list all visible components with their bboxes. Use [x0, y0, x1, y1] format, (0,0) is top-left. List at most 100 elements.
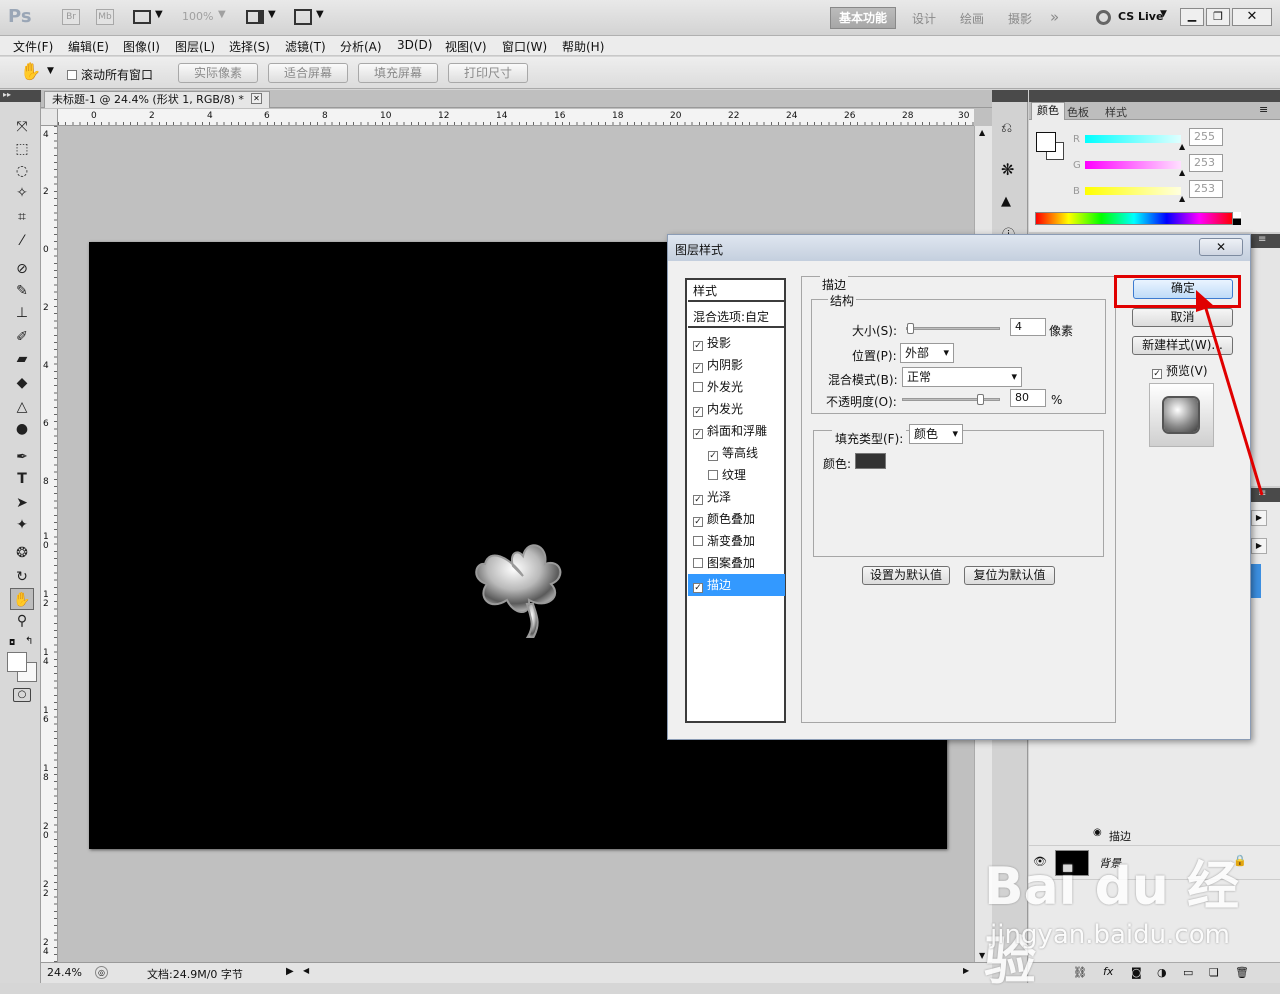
style-checkbox[interactable]: ✓	[693, 495, 703, 505]
cs-live-button[interactable]: CS Live	[1118, 10, 1163, 23]
chevron-down-icon[interactable]: ▼	[155, 9, 163, 20]
workspace-painting[interactable]: 绘画	[960, 10, 984, 27]
paint-bucket-tool-icon[interactable]: ◆	[10, 372, 34, 394]
stroke-color-swatch[interactable]	[855, 453, 886, 469]
set-default-button[interactable]: 设置为默认值	[862, 566, 950, 585]
size-slider[interactable]	[906, 323, 1000, 334]
more-workspaces-button[interactable]: »	[1050, 8, 1059, 26]
black-white-swatch[interactable]	[1233, 212, 1241, 225]
channel-g-input[interactable]: 253	[1189, 154, 1223, 172]
screen-mode-icon[interactable]	[294, 9, 312, 25]
style-checkbox[interactable]: ✓	[693, 583, 703, 593]
blur-tool-icon[interactable]: △	[10, 396, 34, 418]
healing-brush-tool-icon[interactable]: ⊘	[10, 258, 34, 280]
menu-filter[interactable]: 滤镜(T)	[285, 38, 326, 55]
opacity-slider[interactable]	[902, 394, 1000, 405]
styles-header[interactable]: 样式	[688, 280, 785, 302]
scroll-left-icon[interactable]: ◀	[303, 966, 309, 975]
zoom-status[interactable]: 24.4%	[47, 966, 82, 979]
close-button[interactable]: ✕	[1232, 8, 1272, 26]
channel-b-input[interactable]: 253	[1189, 180, 1223, 198]
path-select-tool-icon[interactable]: ➤	[10, 492, 34, 514]
close-icon[interactable]: ✕	[1199, 238, 1243, 256]
style-item[interactable]: ✓ 内发光	[688, 398, 785, 420]
workspace-design[interactable]: 设计	[912, 10, 936, 27]
position-select[interactable]: 外部	[900, 343, 954, 363]
eraser-tool-icon[interactable]: ▰	[10, 348, 34, 370]
channel-b-slider[interactable]	[1085, 187, 1181, 195]
mini-bridge-button[interactable]: Mb	[96, 9, 114, 25]
minimize-button[interactable]: ▁	[1180, 8, 1204, 26]
3d-rotate-tool-icon[interactable]: ❂	[10, 542, 34, 564]
menu-view[interactable]: 视图(V)	[445, 38, 487, 55]
reset-default-button[interactable]: 复位为默认值	[964, 566, 1055, 585]
dodge-tool-icon[interactable]: ●	[10, 418, 34, 440]
style-item[interactable]: ✓ 投影	[688, 332, 785, 354]
tab-styles[interactable]: 样式	[1105, 104, 1127, 120]
style-checkbox[interactable]	[693, 558, 703, 568]
workspace-photography[interactable]: 摄影	[1008, 10, 1032, 27]
menu-3d[interactable]: 3D(D)	[397, 38, 432, 52]
style-checkbox[interactable]	[693, 382, 703, 392]
chevron-right-icon[interactable]: ▶	[1251, 538, 1267, 554]
style-checkbox[interactable]: ✓	[693, 363, 703, 373]
default-colors-icon[interactable]: ◘	[9, 638, 15, 647]
hand-tool-icon[interactable]: ✋	[10, 588, 34, 610]
color-panel-fg-swatch[interactable]	[1036, 132, 1056, 152]
channel-g-slider[interactable]	[1085, 161, 1181, 169]
chevron-down-icon[interactable]: ▼	[1160, 9, 1167, 19]
style-item[interactable]: ✓ 光泽	[688, 486, 785, 508]
actual-pixels-button[interactable]: 实际像素	[178, 63, 258, 83]
type-tool-icon[interactable]: T	[10, 468, 34, 490]
status-menu-icon[interactable]: ▶	[286, 966, 294, 977]
print-size-button[interactable]: 打印尺寸	[448, 63, 528, 83]
slider-knob-icon[interactable]: ▲	[1179, 142, 1185, 151]
tab-color[interactable]: 颜色	[1031, 102, 1065, 120]
menu-edit[interactable]: 编辑(E)	[68, 38, 109, 55]
menu-file[interactable]: 文件(F)	[13, 38, 53, 55]
style-checkbox[interactable]	[708, 470, 718, 480]
style-item[interactable]: ✓ 等高线	[688, 442, 785, 464]
shape-tool-icon[interactable]: ✦	[10, 514, 34, 536]
style-item[interactable]: 图案叠加	[688, 552, 785, 574]
menu-select[interactable]: 选择(S)	[229, 38, 270, 55]
zoom-level[interactable]: 100%	[182, 10, 213, 23]
blending-options-item[interactable]: 混合选项:自定	[688, 306, 785, 328]
scroll-all-windows-checkbox[interactable]: 滚动所有窗口	[67, 66, 153, 83]
foreground-color-swatch[interactable]	[7, 652, 27, 672]
panel-menu-icon[interactable]: ≡	[1258, 234, 1266, 245]
menu-layer[interactable]: 图层(L)	[175, 38, 215, 55]
toolbox-collapse-icon[interactable]: ▸▸	[0, 90, 41, 102]
ruler-origin[interactable]	[41, 109, 58, 126]
quick-mask-icon[interactable]: ○	[13, 688, 31, 702]
restore-button[interactable]: ❐	[1206, 8, 1230, 26]
opacity-slider-knob[interactable]	[977, 394, 985, 405]
style-checkbox[interactable]: ✓	[693, 517, 703, 527]
slider-knob-icon[interactable]: ▲	[1179, 194, 1185, 203]
hand-tool-preset-icon[interactable]: ✋	[20, 62, 41, 82]
style-item[interactable]: ✓ 描边	[688, 574, 785, 596]
lasso-tool-icon[interactable]: ◌	[10, 160, 34, 182]
channel-r-slider[interactable]	[1085, 135, 1181, 143]
view-extras-icon[interactable]	[133, 10, 151, 24]
histogram-panel-icon[interactable]: ▲	[1001, 194, 1011, 209]
pen-tool-icon[interactable]: ✒	[10, 446, 34, 468]
color-spectrum[interactable]	[1035, 212, 1233, 225]
status-info-icon[interactable]: ◎	[95, 966, 108, 979]
quick-select-tool-icon[interactable]: ✧	[10, 182, 34, 204]
chevron-down-icon[interactable]: ▼	[316, 9, 324, 20]
eye-icon[interactable]: ◉	[1093, 827, 1102, 838]
eyedropper-tool-icon[interactable]: ⁄	[10, 230, 34, 252]
style-item[interactable]: 渐变叠加	[688, 530, 785, 552]
style-checkbox[interactable]: ✓	[708, 451, 718, 461]
navigator-panel-icon[interactable]: ❋	[1001, 160, 1014, 179]
clone-stamp-tool-icon[interactable]: ⊥	[10, 302, 34, 324]
menu-image[interactable]: 图像(I)	[123, 38, 160, 55]
slider-knob-icon[interactable]: ▲	[1179, 168, 1185, 177]
style-item[interactable]: ✓ 颜色叠加	[688, 508, 785, 530]
workspace-essentials[interactable]: 基本功能	[830, 7, 896, 29]
history-panel-icon[interactable]: ⎌	[1001, 120, 1012, 136]
close-tab-icon[interactable]: ✕	[251, 93, 262, 104]
document-tab[interactable]: 未标题-1 @ 24.4% (形状 1, RGB/8) *	[44, 91, 270, 108]
style-item[interactable]: 纹理	[688, 464, 785, 486]
